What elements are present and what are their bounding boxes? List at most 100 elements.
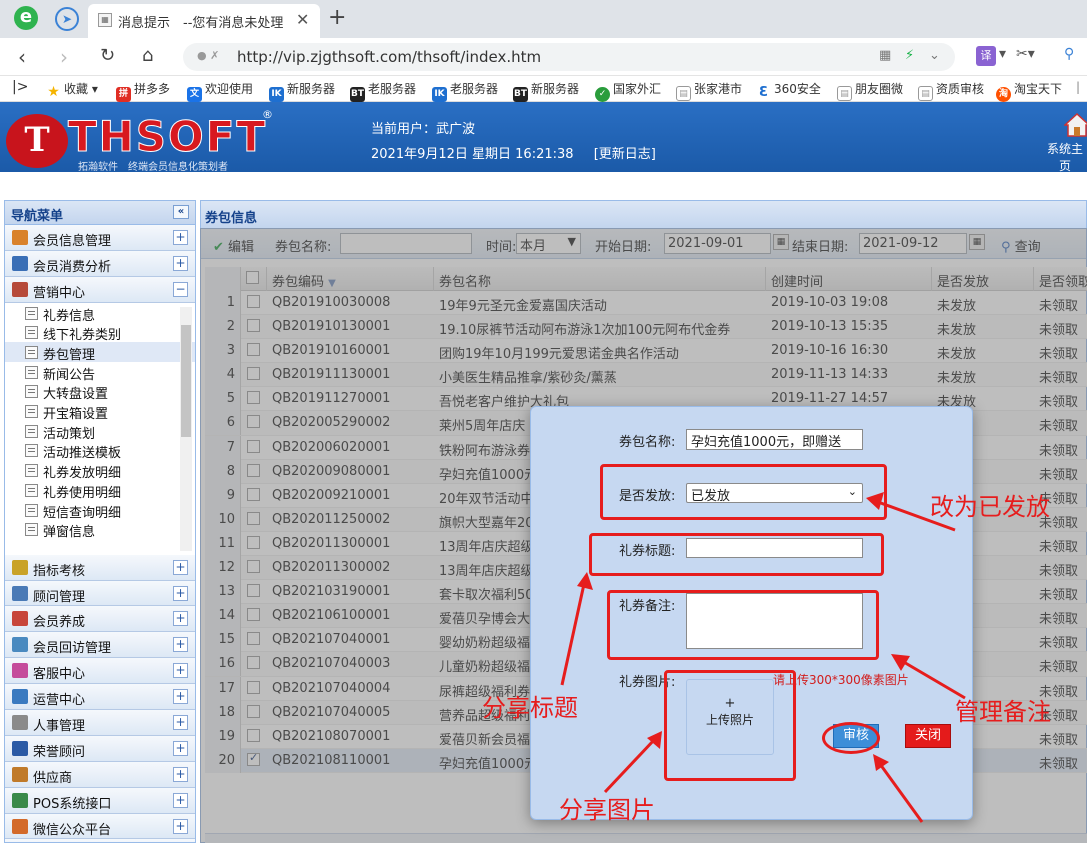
close-tab-icon[interactable]: ✕: [296, 10, 309, 29]
bookmark-item[interactable]: BT 老服务器: [350, 80, 416, 102]
nav-group[interactable]: 人事管理 +: [5, 710, 195, 736]
nav-group[interactable]: 系统设置+: [5, 839, 195, 842]
browser-tab[interactable]: ▦ 消息提示 --您有消息未处理 ✕: [88, 4, 320, 38]
expand-toggle-icon[interactable]: +: [173, 689, 188, 705]
expand-toggle-icon[interactable]: +: [173, 585, 188, 601]
nav-sub-item[interactable]: 活动推送模板: [5, 440, 195, 461]
nav-sub-item[interactable]: 活动策划: [5, 421, 195, 442]
bookmark-item[interactable]: 拼拼多多: [116, 80, 170, 102]
reload-icon[interactable]: ↻: [100, 45, 115, 66]
document-icon: [25, 424, 38, 438]
expand-toggle-icon[interactable]: +: [173, 559, 188, 575]
bookmark-item[interactable]: ▤ 张家港市: [676, 80, 742, 101]
expand-toggle-icon[interactable]: +: [173, 792, 188, 808]
nav-group[interactable]: 供应商 +: [5, 761, 195, 788]
nav-group-icon: [12, 559, 28, 575]
bookmark-item[interactable]: ▤ 朋友圈微: [837, 80, 903, 101]
nav-sub-item[interactable]: 线下礼券类别: [5, 322, 195, 343]
address-bar[interactable]: ● ✗ http://vip.zjgthsoft.com/thsoft/inde…: [183, 43, 955, 71]
bookmark-item[interactable]: 淘淘宝天下: [996, 80, 1062, 102]
nav-sub-item[interactable]: 短信查询明细: [5, 500, 195, 521]
page-icon: ▤: [676, 86, 691, 101]
bookmark-item[interactable]: BT 新服务器: [513, 80, 579, 102]
nav-group-label: 人事管理: [33, 719, 86, 735]
annotation-circle-audit: [822, 722, 880, 754]
bookmark-item[interactable]: IK 新服务器: [269, 80, 335, 102]
sidebar-toggle-icon[interactable]: |>: [12, 79, 28, 95]
dialog-name-label: 券包名称:: [619, 435, 676, 450]
nav-sub-item[interactable]: 礼券使用明细: [5, 480, 195, 501]
expand-toggle-icon[interactable]: −: [173, 281, 188, 297]
nav-group-icon: [12, 255, 28, 271]
document-icon: [25, 365, 38, 379]
nav-group[interactable]: 会员回访管理 +: [5, 632, 195, 659]
nav-sub-item[interactable]: 礼券发放明细: [5, 460, 195, 481]
nav-group[interactable]: 荣誉顾问 +: [5, 735, 195, 762]
bookmark-item[interactable]: ▤ 资质审核: [918, 80, 984, 101]
nav-sub-item[interactable]: 礼券信息: [5, 303, 195, 324]
new-tab-icon[interactable]: +: [328, 5, 346, 30]
bookmark-item[interactable]: ✓ 国家外汇: [595, 80, 661, 102]
nav-group[interactable]: 客服中心 +: [5, 658, 195, 685]
bookmark-item[interactable]: 文欢迎使用: [187, 80, 253, 102]
nav-sub-item[interactable]: 开宝箱设置: [5, 401, 195, 422]
expand-toggle-icon[interactable]: +: [173, 611, 188, 627]
expand-toggle-icon[interactable]: +: [173, 663, 188, 679]
more-bookmarks-icon[interactable]: |: [1076, 80, 1080, 94]
scrollbar-thumb[interactable]: [181, 324, 191, 437]
annotation-image-note: 分享图片: [559, 796, 655, 824]
thsoft-emblem-icon: T: [6, 114, 68, 168]
document-icon: [25, 483, 38, 497]
bookmark-item[interactable]: IK 老服务器: [432, 80, 498, 102]
bookmark-item[interactable]: ★ 收藏 ▾: [46, 80, 98, 100]
nav-sub-item[interactable]: 大转盘设置: [5, 381, 195, 402]
search-icon[interactable]: ⚲: [1064, 46, 1074, 62]
dialog-name-input[interactable]: 孕妇充值1000元，即赠送: [686, 429, 863, 450]
expand-toggle-icon[interactable]: +: [173, 255, 188, 271]
nav-group[interactable]: 会员消费分析 +: [5, 250, 195, 277]
dropdown-icon[interactable]: ⌄: [929, 48, 940, 63]
nav-group[interactable]: 顾问管理 +: [5, 580, 195, 607]
lightning-icon[interactable]: ⚡: [905, 48, 914, 63]
nav-sub-item[interactable]: 券包管理: [5, 342, 195, 363]
nav-group-icon: [12, 818, 28, 834]
send-arrow-icon[interactable]: ➤: [55, 7, 79, 31]
forward-icon[interactable]: ›: [60, 45, 68, 69]
expand-toggle-icon[interactable]: +: [173, 230, 188, 245]
expand-toggle-icon[interactable]: +: [173, 715, 188, 731]
collapse-nav-icon[interactable]: «: [173, 205, 189, 219]
system-home-button[interactable]: 系统主页: [1043, 112, 1087, 174]
nav-group[interactable]: POS系统接口 +: [5, 787, 195, 814]
expand-toggle-icon[interactable]: +: [173, 766, 188, 782]
nav-group[interactable]: 会员信息管理 +: [5, 225, 195, 251]
back-icon[interactable]: ‹: [18, 45, 26, 69]
scissors-icon[interactable]: ✂▾: [1016, 46, 1035, 62]
changelog-link[interactable]: [更新日志]: [594, 147, 656, 162]
url-text[interactable]: http://vip.zjgthsoft.com/thsoft/index.ht…: [237, 48, 541, 66]
annotation-box-title: [589, 533, 884, 576]
bookmark-item[interactable]: Ɛ 360安全: [756, 80, 821, 100]
nav-sub-item[interactable]: 新闻公告: [5, 362, 195, 383]
grid-icon[interactable]: ▦: [879, 48, 891, 63]
submenu-scrollbar[interactable]: [180, 306, 192, 551]
not-secure-icon[interactable]: ● ✗: [197, 49, 219, 62]
translate-icon[interactable]: 译: [976, 46, 996, 66]
expand-toggle-icon[interactable]: +: [173, 818, 188, 834]
nav-group[interactable]: 会员养成 +: [5, 606, 195, 633]
home-label: 系统主页: [1046, 142, 1083, 173]
expand-toggle-icon[interactable]: +: [173, 740, 188, 756]
nav-sub-item[interactable]: 弹窗信息: [5, 519, 195, 540]
nav-group[interactable]: 营销中心 −: [5, 276, 195, 303]
nav-group[interactable]: 微信公众平台 +: [5, 813, 195, 840]
browser-logo-icon[interactable]: e: [14, 6, 38, 30]
home-icon[interactable]: ⌂: [142, 45, 153, 66]
expand-toggle-icon[interactable]: +: [173, 637, 188, 653]
site-icon: 文: [187, 87, 202, 102]
close-button[interactable]: 关闭: [905, 724, 951, 748]
nav-group[interactable]: 指标考核 +: [5, 554, 195, 581]
annotation-issued-note: 改为已发放: [930, 493, 1050, 521]
nav-group[interactable]: 运营中心 +: [5, 684, 195, 711]
bookmark-label: 老服务器: [368, 82, 417, 96]
nav-group-icon: [12, 585, 28, 601]
translate-menu-icon[interactable]: ▾: [999, 46, 1006, 62]
